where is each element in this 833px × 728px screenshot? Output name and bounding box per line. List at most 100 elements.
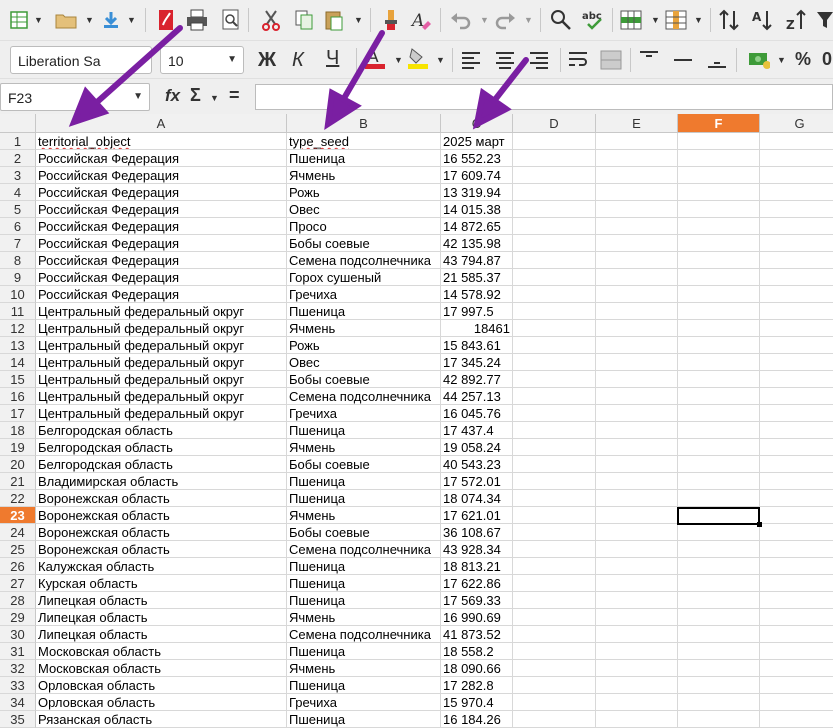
cell-c[interactable]: 16 552.23	[441, 150, 513, 167]
cell-g[interactable]	[760, 371, 833, 388]
cell-g[interactable]	[760, 201, 833, 218]
underline-button[interactable]: Ч	[326, 47, 339, 70]
cell-e[interactable]	[596, 643, 678, 660]
row-header[interactable]: 13	[0, 337, 36, 354]
cell-f[interactable]	[678, 694, 760, 711]
font-color-chevron-icon[interactable]: ▼	[394, 55, 403, 65]
cell-d[interactable]	[513, 626, 596, 643]
cell-f[interactable]	[678, 354, 760, 371]
cell-a[interactable]: Белгородская область	[36, 439, 287, 456]
cell-b[interactable]: Бобы соевые	[287, 524, 441, 541]
cell-e[interactable]	[596, 626, 678, 643]
cell-a[interactable]: Российская Федерация	[36, 269, 287, 286]
cell-b[interactable]: Пшеница	[287, 711, 441, 728]
cell-c[interactable]: 18 090.66	[441, 660, 513, 677]
cell-d[interactable]	[513, 490, 596, 507]
cell-a[interactable]: Рязанская область	[36, 711, 287, 728]
cell-a[interactable]: Липецкая область	[36, 626, 287, 643]
cell-a[interactable]: Российская Федерация	[36, 201, 287, 218]
cell-f[interactable]	[678, 252, 760, 269]
italic-button[interactable]: К	[292, 49, 304, 72]
cell-c[interactable]: 17 997.5	[441, 303, 513, 320]
cell-d[interactable]	[513, 218, 596, 235]
cell-g[interactable]	[760, 490, 833, 507]
cell-e[interactable]	[596, 303, 678, 320]
center-vertically-icon[interactable]	[672, 49, 694, 71]
cell-d[interactable]	[513, 371, 596, 388]
cell-c[interactable]: 19 058.24	[441, 439, 513, 456]
cell-d[interactable]	[513, 252, 596, 269]
column-header-g[interactable]: G	[760, 114, 833, 133]
cell-f[interactable]	[678, 524, 760, 541]
cell-b[interactable]: Пшеница	[287, 677, 441, 694]
cell-d[interactable]	[513, 643, 596, 660]
cell-e[interactable]	[596, 490, 678, 507]
formula-input[interactable]	[255, 84, 833, 110]
cell-f[interactable]	[678, 303, 760, 320]
cell-e[interactable]	[596, 337, 678, 354]
cell-d[interactable]	[513, 592, 596, 609]
cell-b[interactable]: Ячмень	[287, 507, 441, 524]
row-header[interactable]: 21	[0, 473, 36, 490]
row-header[interactable]: 4	[0, 184, 36, 201]
clone-formatting-icon[interactable]	[380, 9, 402, 31]
cell-g[interactable]	[760, 473, 833, 490]
cell-d[interactable]	[513, 541, 596, 558]
select-all-corner[interactable]	[0, 114, 36, 133]
cell-g[interactable]	[760, 643, 833, 660]
name-box-chevron-icon[interactable]: ▼	[133, 91, 143, 102]
cell-g[interactable]	[760, 252, 833, 269]
font-color-icon[interactable]: A	[364, 47, 386, 69]
cell-c[interactable]: 18461	[441, 320, 513, 337]
cell-f[interactable]	[678, 609, 760, 626]
cell-a[interactable]: Российская Федерация	[36, 286, 287, 303]
cell-e[interactable]	[596, 167, 678, 184]
cell-g[interactable]	[760, 694, 833, 711]
cell-b[interactable]: Ячмень	[287, 609, 441, 626]
row-header[interactable]: 20	[0, 456, 36, 473]
font-size-chevron-icon[interactable]: ▼	[227, 54, 237, 65]
cell-b[interactable]: Семена подсолнечника	[287, 388, 441, 405]
cell-d[interactable]	[513, 711, 596, 728]
font-name-combobox[interactable]: Liberation Sa	[10, 46, 152, 74]
cell-b[interactable]: Рожь	[287, 184, 441, 201]
cell-d[interactable]	[513, 150, 596, 167]
cell-f[interactable]	[678, 405, 760, 422]
row-header[interactable]: 31	[0, 643, 36, 660]
cell-c[interactable]: 2025 март	[441, 133, 513, 150]
autofill-handle[interactable]	[757, 522, 762, 527]
cell-d[interactable]	[513, 405, 596, 422]
row-header[interactable]: 22	[0, 490, 36, 507]
cell-f[interactable]	[678, 558, 760, 575]
cell-b[interactable]: Гречиха	[287, 694, 441, 711]
row-header[interactable]: 33	[0, 677, 36, 694]
cell-d[interactable]	[513, 439, 596, 456]
row-header[interactable]: 6	[0, 218, 36, 235]
spreadsheet-grid[interactable]: ABCDEFG 1 territorial_object type_seed 2025…	[0, 114, 833, 728]
cell-d[interactable]	[513, 473, 596, 490]
row-header[interactable]: 3	[0, 167, 36, 184]
cell-d[interactable]	[513, 677, 596, 694]
cell-g[interactable]	[760, 235, 833, 252]
autofilter-icon[interactable]	[814, 9, 833, 31]
cell-a[interactable]: Липецкая область	[36, 592, 287, 609]
row-header[interactable]: 19	[0, 439, 36, 456]
cell-g[interactable]	[760, 711, 833, 728]
cell-e[interactable]	[596, 439, 678, 456]
cell-d[interactable]	[513, 269, 596, 286]
cell-c[interactable]: 40 543.23	[441, 456, 513, 473]
cell-g[interactable]	[760, 133, 833, 150]
cell-e[interactable]	[596, 507, 678, 524]
cell-f[interactable]	[678, 286, 760, 303]
cell-a[interactable]: Воронежская область	[36, 541, 287, 558]
cell-d[interactable]	[513, 558, 596, 575]
currency-chevron-icon[interactable]: ▼	[777, 55, 786, 65]
cell-d[interactable]	[513, 133, 596, 150]
cell-f[interactable]	[678, 269, 760, 286]
cell-b[interactable]: Бобы соевые	[287, 456, 441, 473]
undo-icon[interactable]	[450, 9, 472, 31]
cell-g[interactable]	[760, 439, 833, 456]
cell-d[interactable]	[513, 337, 596, 354]
cell-f[interactable]	[678, 422, 760, 439]
cell-d[interactable]	[513, 286, 596, 303]
